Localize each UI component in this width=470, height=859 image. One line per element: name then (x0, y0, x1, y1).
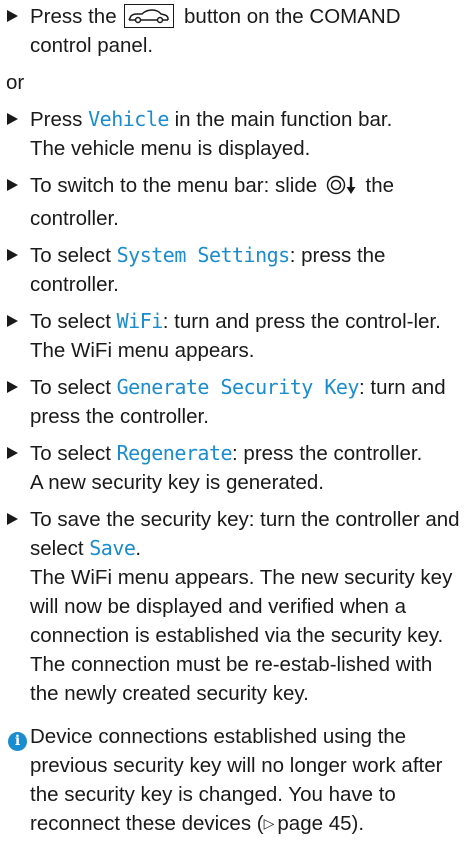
bullet-triangle-icon (7, 249, 18, 261)
step-text: To select (30, 310, 117, 333)
step-text: To select (30, 376, 117, 399)
step-text: To switch to the menu bar: slide (30, 174, 318, 197)
bullet-triangle-icon (7, 447, 18, 459)
step-text: Press (30, 108, 89, 131)
info-icon: i (8, 732, 27, 751)
step-switch-menu-bar: To switch to the menu bar: slide the con… (6, 171, 460, 233)
manual-page: Press the button on the COMAND control p… (0, 0, 470, 859)
step-result: The WiFi menu appears. The new security … (30, 566, 453, 705)
bullet-triangle-icon (7, 113, 18, 125)
step-select-system-settings: To select System Settings: press the con… (6, 241, 460, 299)
step-select-generate-security-key: To select Generate Security Key: turn an… (6, 373, 460, 431)
step-text: : turn and press the control-ler. (162, 310, 441, 333)
note-body: Device connections established using the… (30, 725, 443, 835)
step-press-vehicle-menu: Press Vehicle in the main function bar. … (6, 105, 460, 163)
step-text: in the main function bar. (168, 108, 393, 131)
page-ref-link[interactable]: page 45 (277, 812, 351, 835)
step-result: A new security key is generated. (30, 471, 324, 494)
or-separator: or (6, 71, 25, 94)
bullet-triangle-icon (7, 179, 18, 191)
info-note: i Device connections established using t… (6, 722, 460, 838)
step-text: To select (30, 244, 117, 267)
bullet-triangle-icon (7, 381, 18, 393)
page-ref-arrow-icon: ▷ (263, 815, 275, 831)
controller-slide-down-icon (326, 174, 358, 204)
step-select-wifi: To select WiFi: turn and press the contr… (6, 307, 460, 365)
step-press-vehicle-button: Press the button on the COMAND control p… (6, 2, 460, 60)
step-result: The WiFi menu appears. (30, 339, 255, 362)
keyword-generate-security-key: Generate Security Key (116, 375, 360, 399)
vehicle-button-icon (124, 4, 175, 28)
keyword-vehicle: Vehicle (88, 107, 169, 131)
step-select-regenerate: To select Regenerate: press the controll… (6, 439, 460, 497)
keyword-save: Save (89, 536, 136, 560)
step-text: Press the (30, 5, 117, 28)
bullet-triangle-icon (7, 10, 18, 22)
note-end: ). (351, 812, 365, 835)
step-result: The vehicle menu is displayed. (30, 137, 311, 160)
keyword-system-settings: System Settings (116, 243, 291, 267)
note-text: Device connections established using the… (6, 722, 460, 838)
bullet-triangle-icon (7, 513, 18, 525)
bullet-triangle-icon (7, 315, 18, 327)
step-text: To select (30, 442, 117, 465)
step-save-security-key: To save the security key: turn the contr… (6, 505, 460, 708)
keyword-wifi: WiFi (116, 309, 164, 333)
step-text: . (135, 537, 142, 560)
keyword-regenerate: Regenerate (116, 441, 233, 465)
step-text: : press the controller. (232, 442, 423, 465)
